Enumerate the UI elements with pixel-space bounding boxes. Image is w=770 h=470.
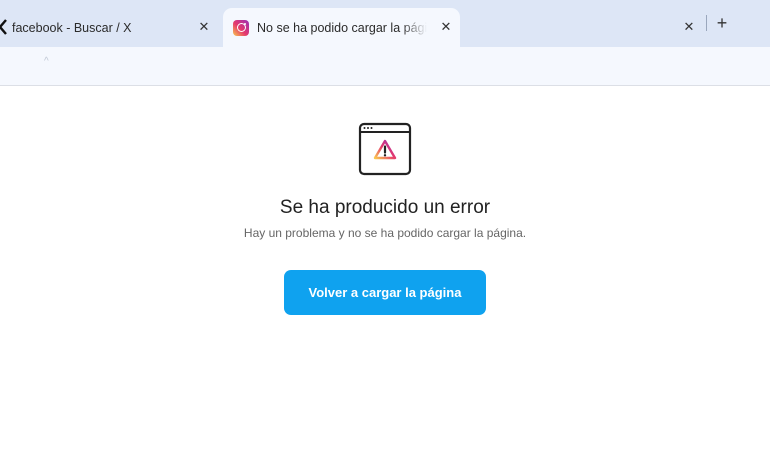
tab-facebook-search[interactable]: facebook - Buscar / X ✕ [0,8,222,47]
new-tab-button[interactable]: + [711,14,733,34]
page-content: Se ha producido un error Hay un problema… [0,86,770,470]
tab-strip: facebook - Buscar / X ✕ No se ha podido … [0,0,770,47]
tab-label: No se ha podido cargar la página [257,20,427,35]
reload-page-button[interactable]: Volver a cargar la página [284,270,486,315]
tab-label: facebook - Buscar / X [12,20,132,35]
instagram-icon [233,19,249,36]
error-title: Se ha producido un error [279,197,491,218]
toolbar-caret-icon: ^ [44,56,49,67]
close-tab-icon[interactable]: ✕ [680,18,698,36]
tab-separator [706,15,707,31]
close-tab-icon[interactable]: ✕ [437,18,455,36]
x-logo-icon [0,19,7,35]
close-tab-icon[interactable]: ✕ [195,18,213,36]
tab-other[interactable]: ✕ [461,8,741,47]
browser-toolbar [0,47,770,86]
error-subtitle: Hay un problema y no se ha podido cargar… [243,226,527,240]
browser-window: facebook - Buscar / X ✕ No se ha podido … [0,0,770,470]
browser-window-warning-icon [358,122,412,176]
tab-error-page[interactable]: No se ha podido cargar la página ✕ [223,8,460,47]
